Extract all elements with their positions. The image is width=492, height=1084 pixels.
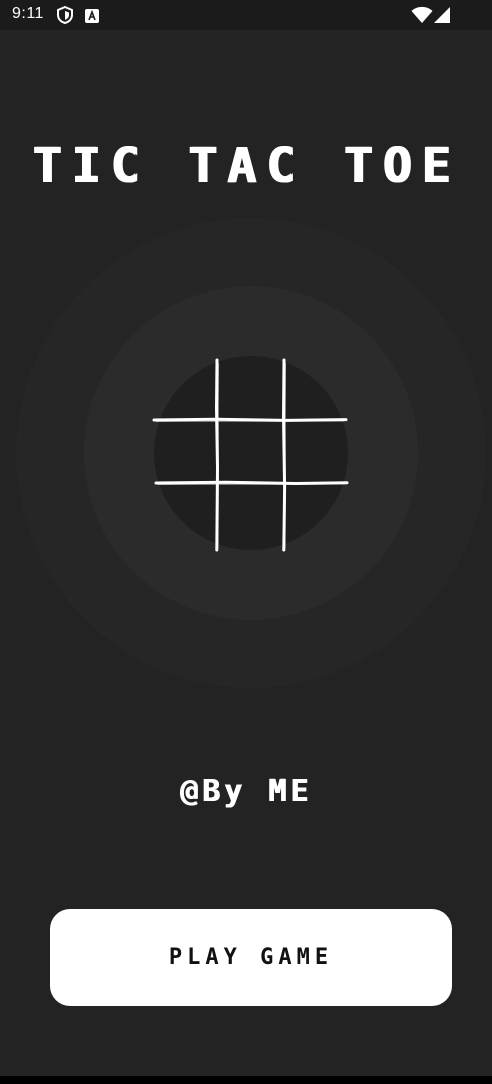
keyboard-a-icon [85, 8, 99, 27]
play-game-label: PLAY GAME [168, 945, 334, 970]
credit-text: @By ME [179, 774, 313, 809]
grid-line-vertical-right [281, 358, 287, 552]
grid-line-vertical-left [214, 358, 220, 552]
main-screen: 9:11 TIC TAC TOE @By ME PLAY GAME [0, 0, 492, 1084]
status-bar: 9:11 [0, 0, 492, 30]
board-illustration [16, 218, 486, 688]
tic-tac-toe-grid-icon [152, 358, 349, 552]
grid-line-horizontal-top [152, 417, 348, 422]
grid-line-horizontal-bottom [154, 480, 349, 486]
status-time: 9:11 [12, 5, 44, 22]
game-title: TIC TAC TOE [32, 138, 460, 194]
wifi-icon [411, 6, 433, 28]
navigation-bar [0, 1076, 492, 1084]
shield-icon [57, 5, 73, 28]
play-game-button[interactable]: PLAY GAME [50, 909, 452, 1006]
signal-icon [433, 6, 451, 28]
